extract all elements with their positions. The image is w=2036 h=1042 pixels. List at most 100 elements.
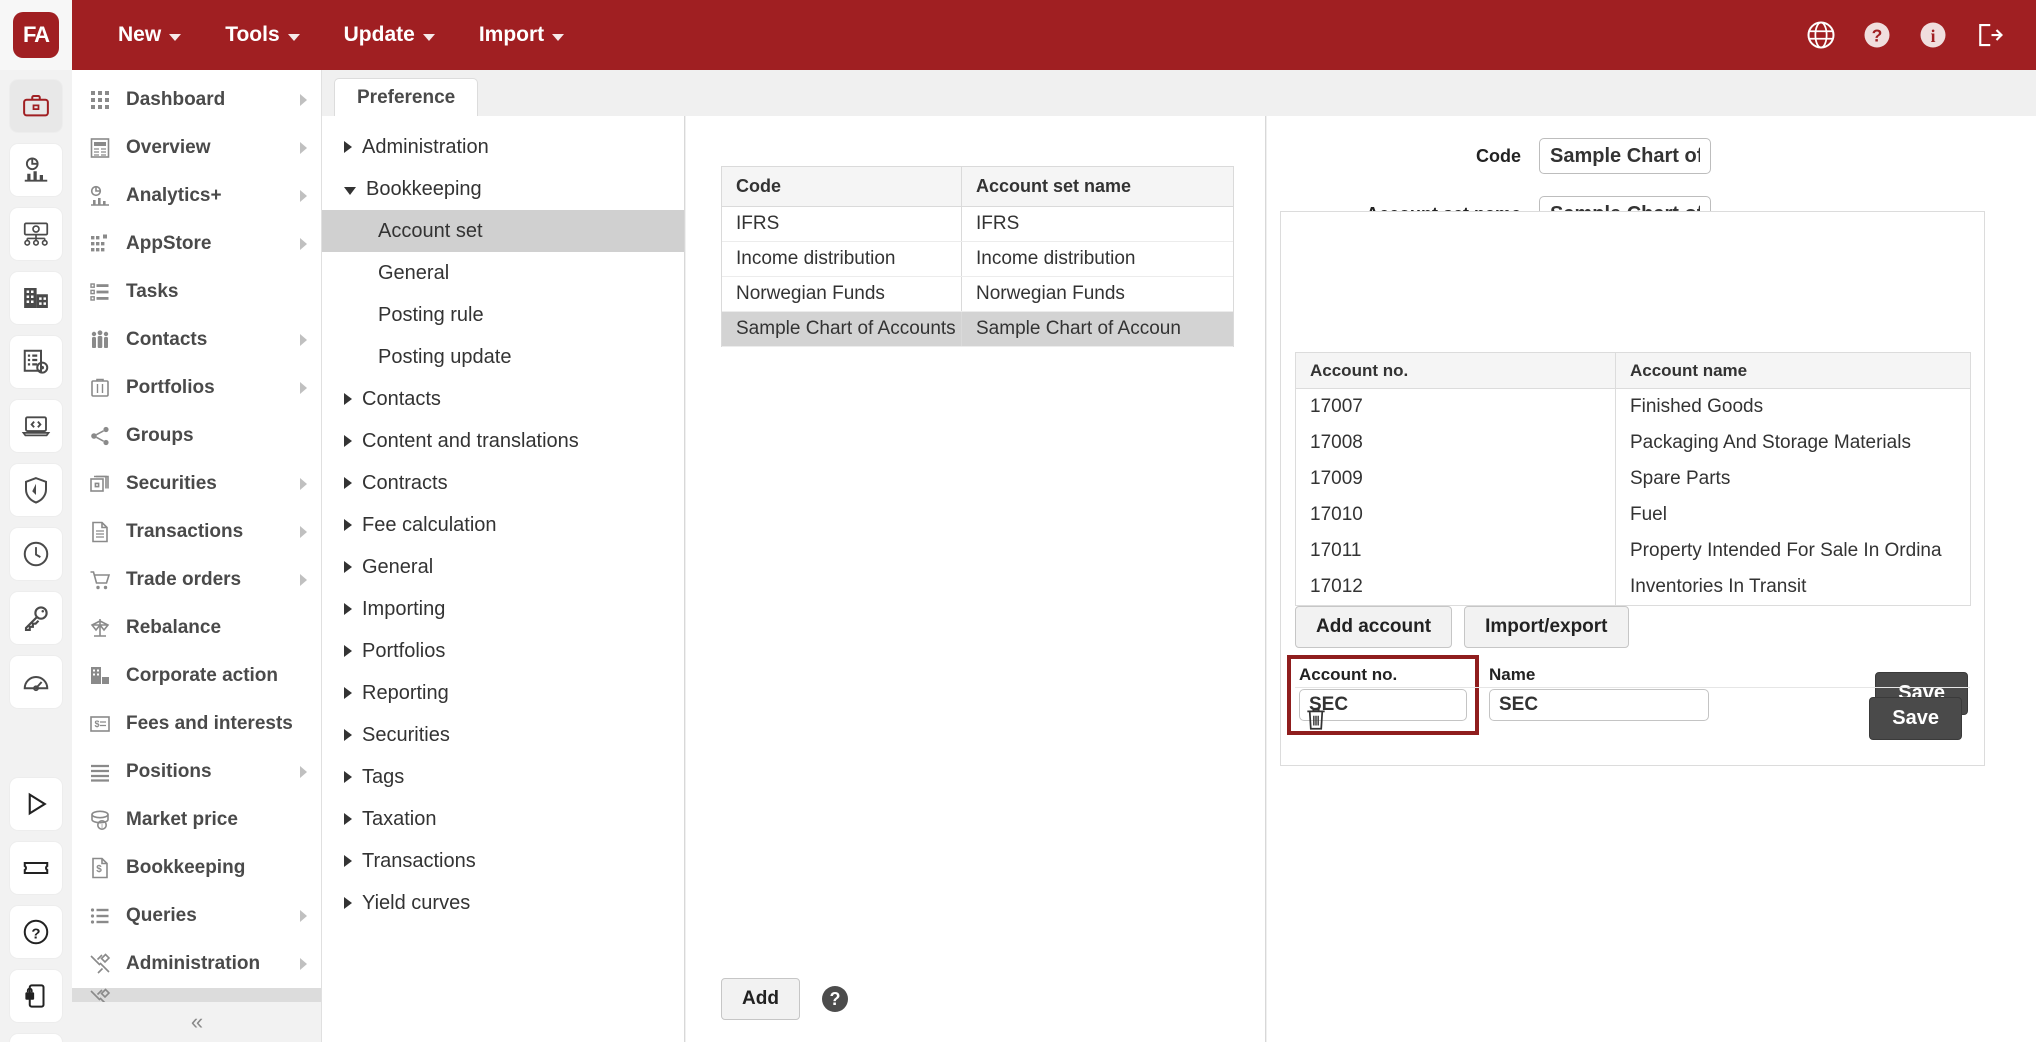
menu-new[interactable]: New [96,0,203,70]
tree-item-yield-curves[interactable]: Yield curves [322,882,684,924]
triangle-right-icon[interactable] [344,687,352,699]
app-logo[interactable]: FA [0,0,72,70]
tree-item-contacts[interactable]: Contacts [322,378,684,420]
sidebar-item-portfolios[interactable]: Portfolios [72,364,321,412]
rail-briefcase-icon-button[interactable] [10,80,62,132]
account-set-row[interactable]: Income distribution Income distribution [722,242,1233,277]
sidebar-item-positions[interactable]: Positions [72,748,321,796]
info-icon[interactable]: i [1918,20,1948,50]
account-set-row[interactable]: IFRS IFRS [722,207,1233,242]
triangle-right-icon[interactable] [344,813,352,825]
sidebar-collapse-button[interactable]: « [72,1002,321,1042]
menu-tools[interactable]: Tools [203,0,321,70]
help-icon[interactable]: ? [821,986,848,1012]
sidebar-item-appstore[interactable]: AppStore [72,220,321,268]
menu-import[interactable]: Import [457,0,586,70]
rail-shield-icon-button[interactable] [10,464,62,516]
account-row[interactable]: 17009 Spare Parts [1296,461,1970,497]
tree-item-transactions[interactable]: Transactions [322,840,684,882]
triangle-right-icon[interactable] [344,897,352,909]
tree-item-securities[interactable]: Securities [322,714,684,756]
account-row[interactable]: 17012 Inventories In Transit [1296,569,1970,605]
logout-icon[interactable] [1974,20,2004,50]
rail-key-icon-button[interactable] [10,592,62,644]
cell-account-name: Spare Parts [1630,468,1731,489]
add-account-button[interactable]: Add account [1295,606,1453,648]
sidebar-item-market-price[interactable]: i Market price [72,796,321,844]
sidebar-item-contacts[interactable]: Contacts [72,316,321,364]
tree-item-general[interactable]: General [322,546,684,588]
triangle-right-icon[interactable] [344,729,352,741]
menu-update[interactable]: Update [322,0,457,70]
sidebar-item-securities[interactable]: Securities [72,460,321,508]
sidebar-item-overview[interactable]: Overview [72,124,321,172]
code-input[interactable] [1539,138,1711,174]
import-export-button[interactable]: Import/export [1464,606,1629,648]
triangle-right-icon[interactable] [344,393,352,405]
triangle-right-icon[interactable] [344,771,352,783]
add-button[interactable]: Add [721,978,800,1020]
tree-item-general[interactable]: General [322,252,684,294]
triangle-right-icon[interactable] [344,603,352,615]
sidebar-item-analytics-[interactable]: Analytics+ [72,172,321,220]
account-row[interactable]: 17007 Finished Goods [1296,389,1970,425]
rail-speedometer-icon-button[interactable] [10,656,62,708]
save-account-set-button[interactable]: Save [1869,697,1962,740]
tree-item-administration[interactable]: Administration [322,126,684,168]
tree-item-contracts[interactable]: Contracts [322,462,684,504]
triangle-right-icon[interactable] [344,645,352,657]
tree-item-importing[interactable]: Importing [322,588,684,630]
account-set-list-panel: Code Account set name IFRS IFRS Income dis… [686,116,1266,1042]
tree-item-account-set[interactable]: Account set [322,210,684,252]
sidebar-item-fees-and-interests[interactable]: $ Fees and interests [72,700,321,748]
rail-money-distribution-icon-button[interactable] [10,208,62,260]
tab-preference[interactable]: Preference [334,78,479,116]
tree-item-portfolios[interactable]: Portfolios [322,630,684,672]
sidebar-item-bookkeeping[interactable]: $ Bookkeeping [72,844,321,892]
sidebar-item-administration[interactable]: Administration [72,940,321,988]
sidebar-item-queries[interactable]: Queries [72,892,321,940]
tree-item-fee-calculation[interactable]: Fee calculation [322,504,684,546]
sidebar-item-dashboard[interactable]: Dashboard [72,76,321,124]
rail-buildings-icon-button[interactable] [10,272,62,324]
trash-icon[interactable] [1303,704,1329,734]
sidebar-item-groups[interactable]: Groups [72,412,321,460]
triangle-right-icon[interactable] [344,435,352,447]
triangle-right-icon[interactable] [344,141,352,153]
tree-item-posting-rule[interactable]: Posting rule [322,294,684,336]
tree-item-reporting[interactable]: Reporting [322,672,684,714]
sidebar-item-tasks[interactable]: Tasks [72,268,321,316]
sidebar-item-corporate-action[interactable]: Corporate action [72,652,321,700]
rail-analytics-chart-icon-button[interactable] [10,144,62,196]
sidebar-item-trade-orders[interactable]: Trade orders [72,556,321,604]
triangle-right-icon[interactable] [344,477,352,489]
rail-ticket-icon-button[interactable] [10,842,62,894]
account-row[interactable]: 17010 Fuel [1296,497,1970,533]
help-icon[interactable]: ? [1862,20,1892,50]
account-set-row[interactable]: Norwegian Funds Norwegian Funds [722,277,1233,312]
triangle-down-icon[interactable] [344,186,356,195]
rail-gauge-clock-icon-button[interactable] [10,528,62,580]
tree-item-tags[interactable]: Tags [322,756,684,798]
tree-item-content-and-translations[interactable]: Content and translations [322,420,684,462]
triangle-right-icon[interactable] [344,561,352,573]
account-row[interactable]: 17011 Property Intended For Sale In Ordin… [1296,533,1970,569]
sidebar-item-label: Contacts [126,329,208,350]
rail-exit-icon-button[interactable] [10,1034,62,1042]
account-set-row[interactable]: Sample Chart of Accounts Sample Chart of … [722,312,1233,347]
rail-code-laptop-icon-button[interactable] [10,400,62,452]
tree-item-posting-update[interactable]: Posting update [322,336,684,378]
rail-mobile-lock-icon-button[interactable] [10,970,62,1022]
tree-item-taxation[interactable]: Taxation [322,798,684,840]
sidebar-item-transactions[interactable]: Transactions [72,508,321,556]
rail-play-icon-button[interactable] [10,778,62,830]
rail-question-circle-icon-button[interactable]: ? [10,906,62,958]
globe-icon[interactable] [1806,20,1836,50]
cell-account-set-name: Sample Chart of Accoun [976,318,1181,339]
tree-item-bookkeeping[interactable]: Bookkeeping [322,168,684,210]
rail-document-settings-icon-button[interactable] [10,336,62,388]
triangle-right-icon[interactable] [344,519,352,531]
triangle-right-icon[interactable] [344,855,352,867]
sidebar-item-rebalance[interactable]: Rebalance [72,604,321,652]
account-row[interactable]: 17008 Packaging And Storage Materials [1296,425,1970,461]
